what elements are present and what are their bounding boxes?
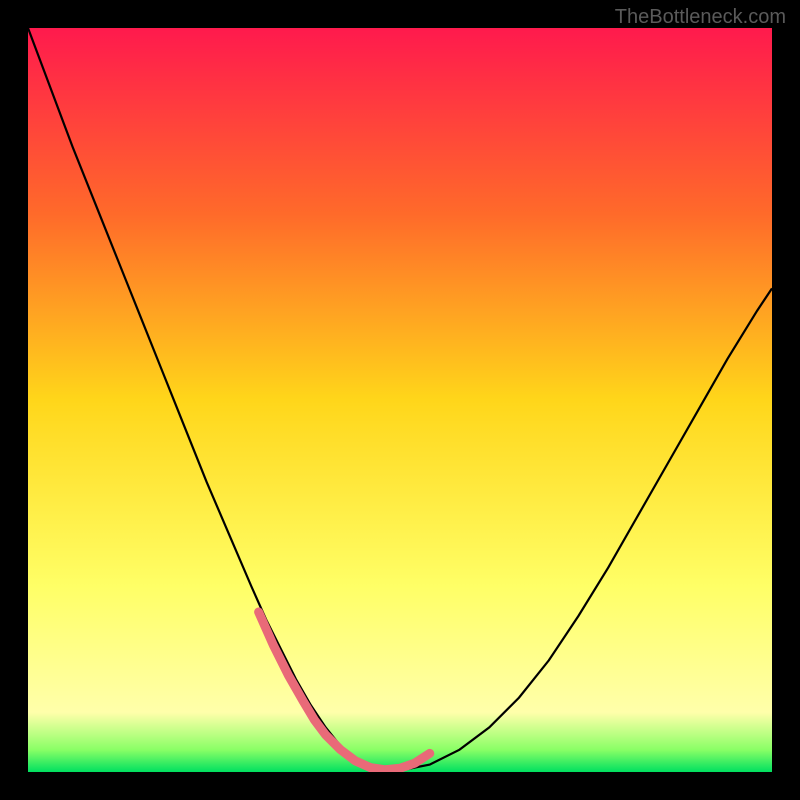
chart-plot-area xyxy=(28,28,772,772)
chart-svg xyxy=(28,28,772,772)
watermark-text: TheBottleneck.com xyxy=(615,6,786,29)
chart-background xyxy=(28,28,772,772)
